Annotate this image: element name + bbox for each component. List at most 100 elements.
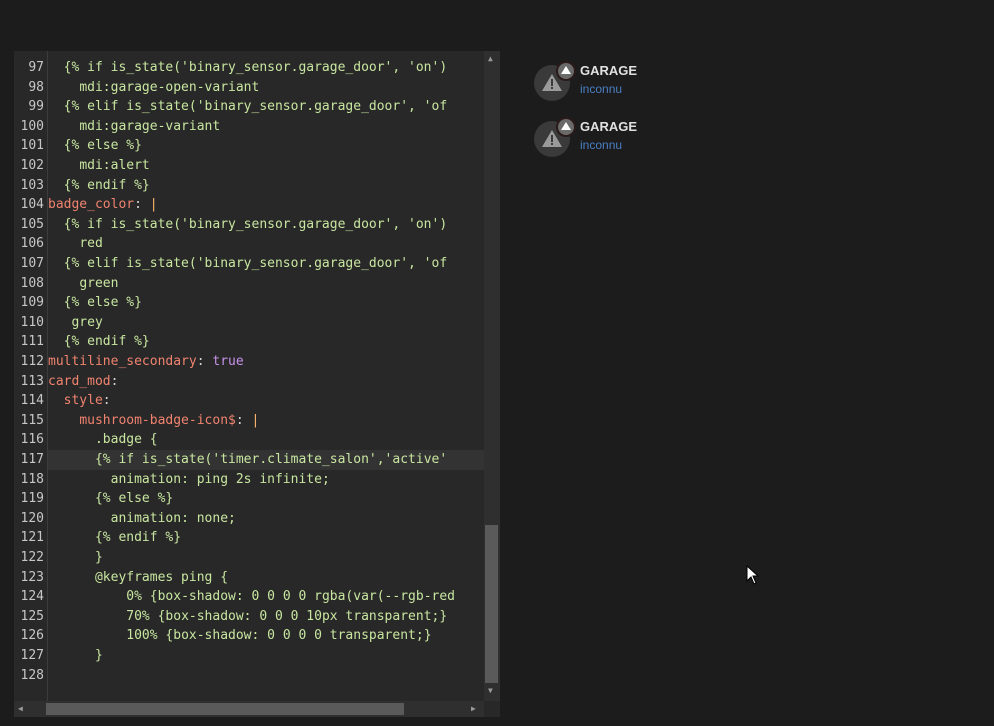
code-line[interactable]: {% elif is_state('binary_sensor.garage_d… xyxy=(48,254,448,274)
line-number: 107 xyxy=(20,256,44,271)
code-token: } xyxy=(94,550,103,565)
badge-title: GARAGE xyxy=(580,63,638,78)
scroll-right-arrow-icon[interactable]: ▶ xyxy=(471,705,476,713)
code-token: } xyxy=(94,648,103,663)
garage-variant-icon xyxy=(561,66,571,74)
code-line[interactable]: animation: ping 2s infinite; xyxy=(48,470,330,490)
line-number: 100 xyxy=(20,118,44,134)
code-token: red xyxy=(79,236,103,252)
code-line-active[interactable]: {% if is_state('timer.climate_salon','ac… xyxy=(48,450,484,470)
code-token: {% endif %} xyxy=(63,177,150,193)
code-line[interactable]: 100% {box-shadow: 0 0 0 0 transparent;} xyxy=(48,626,432,646)
line-number: 104 xyxy=(20,197,44,213)
code-line[interactable]: 70% {box-shadow: 0 0 0 10px transparent;… xyxy=(48,607,447,627)
line-number: 116 xyxy=(20,432,44,448)
code-line[interactable]: @keyframes ping { xyxy=(48,568,228,588)
code-token: | xyxy=(149,197,158,213)
code-token: | xyxy=(251,412,260,428)
code-token: 100% {box-shadow: 0 0 0 0 transparent;} xyxy=(126,628,432,644)
horizontal-scrollbar[interactable]: ◀ ▶ xyxy=(14,701,484,717)
code-token: {% else %} xyxy=(63,295,142,311)
code-token: badge_color xyxy=(48,197,135,213)
code-token: @keyframes ping { xyxy=(94,569,229,585)
line-number: 102 xyxy=(20,158,44,173)
code-line[interactable]: mushroom-badge-icon$: | xyxy=(48,411,259,431)
code-token: {% elif is_state('binary_sensor.garage_d… xyxy=(63,256,448,271)
code-line[interactable]: {% endif %} xyxy=(48,176,150,196)
code-token: card_mod xyxy=(48,373,111,389)
code-line[interactable]: red xyxy=(48,234,103,254)
line-number: 106 xyxy=(20,236,44,252)
code-line[interactable]: {% endif %} xyxy=(48,528,181,548)
badge-subtitle: inconnu xyxy=(580,82,623,96)
line-number: 111 xyxy=(20,334,44,350)
line-number: 112 xyxy=(20,354,44,369)
badge-indicator xyxy=(556,117,576,137)
garage-badge[interactable]: GARAGE inconnu xyxy=(534,117,774,159)
vertical-scroll-thumb[interactable] xyxy=(485,525,498,683)
code-line[interactable]: {% else %} xyxy=(48,293,142,313)
code-line[interactable]: multiline_secondary: true xyxy=(48,352,244,372)
horizontal-scroll-thumb[interactable] xyxy=(46,703,404,715)
code-line[interactable]: {% else %} xyxy=(48,136,142,156)
code-line[interactable]: mdi:garage-variant xyxy=(48,117,220,137)
code-line[interactable]: } xyxy=(48,548,103,568)
code-token: {% else %} xyxy=(63,138,142,154)
line-number: 105 xyxy=(20,216,44,232)
code-token: : xyxy=(102,393,111,409)
code-line[interactable]: {% endif %} xyxy=(48,332,150,352)
code-token: animation: none; xyxy=(110,510,236,526)
code-line[interactable]: grey xyxy=(48,313,102,333)
code-line[interactable]: 0% {box-shadow: 0 0 0 0 rgba(var(--rgb-r… xyxy=(48,587,455,607)
code-line[interactable]: } xyxy=(48,646,103,666)
code-line[interactable]: style: xyxy=(48,391,111,411)
code-line[interactable]: {% if is_state('binary_sensor.garage_doo… xyxy=(48,215,448,235)
code-token: : xyxy=(196,354,213,369)
code-line[interactable]: mdi:alert xyxy=(48,156,149,176)
code-line[interactable]: mdi:garage-open-variant xyxy=(48,78,259,98)
scroll-up-arrow-icon[interactable]: ▲ xyxy=(488,55,493,63)
code-line[interactable]: badge_color: | xyxy=(48,195,158,215)
code-token: {% elif is_state('binary_sensor.garage_d… xyxy=(63,99,448,115)
line-number: 119 xyxy=(20,491,44,507)
code-token: true xyxy=(212,354,244,369)
garage-badge[interactable]: GARAGE inconnu xyxy=(534,61,774,103)
code-area[interactable]: {% if is_state('binary_sensor.garage_doo… xyxy=(48,51,484,701)
line-number: 97 xyxy=(28,60,44,75)
mouse-pointer-icon xyxy=(746,565,760,585)
vertical-scrollbar[interactable]: ▲ ▼ xyxy=(484,51,500,701)
code-line[interactable]: {% if is_state('binary_sensor.garage_doo… xyxy=(48,58,448,78)
code-line[interactable]: animation: none; xyxy=(48,509,236,529)
scroll-left-arrow-icon[interactable]: ◀ xyxy=(18,705,23,713)
code-line[interactable]: {% elif is_state('binary_sensor.garage_d… xyxy=(48,97,448,117)
code-line[interactable]: green xyxy=(48,274,118,294)
line-number: 127 xyxy=(20,648,44,663)
line-number: 117 xyxy=(20,452,44,467)
code-line[interactable]: .badge { xyxy=(48,430,158,450)
code-token: {% endif %} xyxy=(63,334,150,350)
scroll-down-arrow-icon[interactable]: ▼ xyxy=(488,687,493,695)
code-line[interactable]: card_mod: xyxy=(48,372,118,392)
code-token: mushroom-badge-icon$ xyxy=(79,412,236,428)
yaml-code-editor[interactable]: 97 98 99 100 101 102 103 104 105 106 107 108 109 110 1… xyxy=(14,51,500,717)
code-line[interactable]: {% else %} xyxy=(48,489,173,509)
code-token: 0% {box-shadow: 0 0 0 0 rgba(var(--rgb-r… xyxy=(126,589,456,605)
code-token: green xyxy=(79,275,119,291)
